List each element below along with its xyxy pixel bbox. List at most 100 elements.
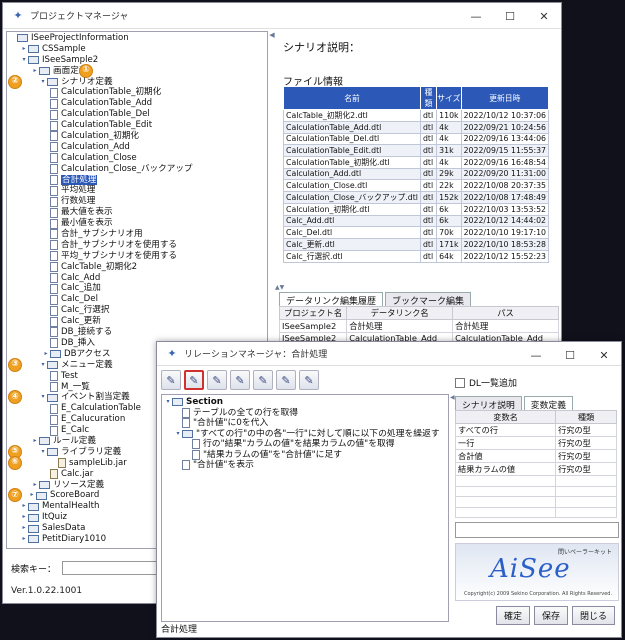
tree-node[interactable]: Calculation_初期化 xyxy=(9,131,265,142)
tree-node[interactable]: Calculation_Close_バックアップ xyxy=(9,164,265,175)
expand-toggle-icon[interactable]: ▸ xyxy=(31,480,39,491)
section-tree-node[interactable]: テーブルの全ての行を取得 xyxy=(164,408,446,419)
tree-node[interactable]: Calc_Add xyxy=(9,273,265,284)
expand-toggle-icon[interactable]: ▾ xyxy=(39,392,47,403)
close-dialog-button[interactable]: 閉じる xyxy=(571,606,615,625)
tree-node[interactable]: CalculationTable_Edit xyxy=(9,120,265,131)
tree-node[interactable]: 最大値を表示 xyxy=(9,207,265,218)
minimize-button[interactable]: — xyxy=(459,3,493,29)
expand-toggle-icon[interactable]: ▸ xyxy=(20,44,28,55)
new-doc-icon[interactable]: ✎ xyxy=(161,370,181,390)
file-row[interactable]: Calc_Add.dtl dtl 6k 2022/10/12 14:44:02 xyxy=(283,214,550,227)
tree-node[interactable]: 平均_サブシナリオを使用する xyxy=(9,251,265,262)
variable-row[interactable]: すべての行 行究の型 xyxy=(454,423,617,437)
link-row[interactable]: ISeeSample2 合計処理 合計処理 xyxy=(278,319,559,333)
tree-node[interactable]: 合計_サブシナリオを使用する xyxy=(9,240,265,251)
tree-node[interactable]: 合計処理 xyxy=(9,174,265,186)
section-tree-node[interactable]: 行の"結果"カラムの値"を結果カラムの値"を取得 xyxy=(164,439,446,450)
expand-toggle-icon[interactable]: ▾ xyxy=(39,360,47,371)
dialog-minimize-button[interactable]: — xyxy=(519,342,553,368)
expand-toggle-icon[interactable]: ▾ xyxy=(39,77,47,88)
file-table-header[interactable]: 名前 xyxy=(283,86,421,110)
expand-toggle-icon[interactable]: ▾ xyxy=(164,397,172,408)
tree-node[interactable]: Calculation_Add xyxy=(9,142,265,153)
file-row[interactable]: CalculationTable_Edit.dtl dtl 31k 2022/09/1… xyxy=(283,144,550,157)
tree-node[interactable]: ▾ ISeeSample2 xyxy=(9,55,265,66)
file-row[interactable]: Calculation_Close_バックアップ.dtl dtl 152k 2022/… xyxy=(283,190,550,204)
export-doc-icon[interactable]: ✎ xyxy=(253,370,273,390)
horizontal-splitter[interactable]: ▲▼ xyxy=(275,284,561,291)
section-tree-node[interactable]: "結果カラムの値"を"合計値"に足す xyxy=(164,450,446,461)
tree-node[interactable]: 行数処理 xyxy=(9,196,265,207)
close-button[interactable]: ✕ xyxy=(527,3,561,29)
tree-node[interactable]: Calculation_Close xyxy=(9,153,265,164)
file-row[interactable]: Calculation_Add.dtl dtl 29k 2022/09/20 11:3… xyxy=(283,167,550,180)
expand-toggle-icon[interactable]: ▸ xyxy=(31,66,39,77)
tree-node[interactable]: Calc_行選択 xyxy=(9,305,265,316)
tree-node[interactable]: ISeeProjectInformation xyxy=(9,33,265,44)
file-row[interactable]: CalculationTable_Del.dtl dtl 4k 2022/09/16 … xyxy=(283,132,550,145)
empty-variable-row[interactable] xyxy=(454,506,617,518)
tree-node[interactable]: Calc_追加 xyxy=(9,283,265,294)
file-row[interactable]: Calculation_Close.dtl dtl 22k 2022/10/08 20… xyxy=(283,179,550,192)
tree-node[interactable]: ▾ シナリオ定義 ② xyxy=(8,74,265,89)
file-row[interactable]: CalculationTable_初期化.dtl dtl 4k 2022/09/16 … xyxy=(283,155,550,169)
empty-variable-row[interactable] xyxy=(454,496,617,508)
section-tree-node[interactable]: "合計値"を表示 xyxy=(164,460,446,471)
expand-toggle-icon[interactable]: ▸ xyxy=(42,349,50,360)
folder-icon xyxy=(47,393,58,402)
maximize-button[interactable]: ☐ xyxy=(493,3,527,29)
tree-node-label: CalcTable_初期化2 xyxy=(61,261,138,272)
expand-toggle-icon[interactable]: ▾ xyxy=(20,55,28,66)
variable-row[interactable]: 結果カラムの値 行究の型 xyxy=(454,462,617,476)
dl-list-checkbox[interactable]: DL一覧追加 xyxy=(455,376,517,389)
tree-node[interactable]: Calc_Del xyxy=(9,294,265,305)
file-row[interactable]: CalculationTable_Add.dtl dtl 4k 2022/09/21 … xyxy=(283,121,550,134)
section-tree-node[interactable]: ▾ Section xyxy=(164,397,446,408)
expand-toggle-icon[interactable]: ▸ xyxy=(28,490,36,501)
tree-node[interactable]: CalculationTable_初期化 xyxy=(9,87,265,98)
checkbox-box[interactable] xyxy=(455,377,465,388)
file-table-header[interactable]: 更新日時 xyxy=(460,86,550,110)
expand-toggle-icon[interactable]: ▸ xyxy=(20,523,28,534)
dialog-close-button[interactable]: ✕ xyxy=(587,342,621,368)
expand-toggle-icon[interactable]: ▾ xyxy=(39,447,47,458)
variable-row[interactable]: 合計値 行究の型 xyxy=(454,449,617,463)
empty-variable-row[interactable] xyxy=(454,485,617,497)
file-row[interactable]: Calculation_初期化.dtl dtl 6k 2022/10/03 13:53… xyxy=(283,202,550,216)
tree-node[interactable]: Calc_更新 xyxy=(9,316,265,327)
tag-doc-icon[interactable]: ✎ xyxy=(276,370,296,390)
tree-node[interactable]: DB_接続する xyxy=(9,327,265,338)
file-row[interactable]: Calc_行選択.dtl dtl 64k 2022/10/12 15:52:23 xyxy=(283,249,550,263)
tree-node[interactable]: CalcTable_初期化2 xyxy=(9,262,265,273)
settings-doc-icon[interactable]: ✎ xyxy=(230,370,250,390)
tree-node[interactable]: 平均処理 xyxy=(9,185,265,196)
empty-variable-row[interactable] xyxy=(454,475,617,487)
expand-toggle-icon[interactable]: ▸ xyxy=(20,534,28,545)
file-row[interactable]: CalcTable_初期化2.dtl dtl 110k 2022/10/12 10:3… xyxy=(283,109,550,122)
file-table-header[interactable]: サイズ xyxy=(436,86,462,110)
file-table-header[interactable]: 種類 xyxy=(419,86,438,110)
link-icon[interactable]: ✎ xyxy=(207,370,227,390)
dialog-maximize-button[interactable]: ☐ xyxy=(553,342,587,368)
confirm-button[interactable]: 確定 xyxy=(495,606,530,625)
tree-node[interactable]: 最小値を表示 xyxy=(9,218,265,229)
expand-toggle-icon[interactable]: ▾ xyxy=(174,429,182,440)
file-row[interactable]: Calc_更新.dtl dtl 171k 2022/10/10 18:53:28 xyxy=(283,237,550,251)
tree-node[interactable]: CalculationTable_Del xyxy=(9,109,265,120)
file-row[interactable]: Calc_Del.dtl dtl 70k 2022/10/10 19:17:10 xyxy=(283,226,550,239)
lock-doc-icon[interactable]: ✎ xyxy=(299,370,319,390)
tree-node[interactable]: 合計_サブシナリオ用 xyxy=(9,229,265,240)
memo-field[interactable] xyxy=(455,522,619,538)
tree-node[interactable]: ▸ CSSample xyxy=(9,44,265,55)
tree-node[interactable]: CalculationTable_Add xyxy=(9,98,265,109)
expand-toggle-icon[interactable]: ▸ xyxy=(20,512,28,523)
expand-toggle-icon[interactable]: ▸ xyxy=(20,501,28,512)
expand-toggle-icon[interactable]: ▸ xyxy=(31,436,39,447)
section-tree-node[interactable]: ▾ "すべての行"の中の各"一行"に対して順に以下の処理を繰返す xyxy=(164,429,446,440)
bookmark-icon[interactable]: ✎ xyxy=(184,370,204,390)
tree-node[interactable]: ▸ 画面定義 ① xyxy=(9,63,265,78)
variable-row[interactable]: 一行 行究の型 xyxy=(454,436,617,450)
section-tree-node[interactable]: "合計値"に0を代入 xyxy=(164,418,446,429)
save-button[interactable]: 保存 xyxy=(533,606,568,625)
